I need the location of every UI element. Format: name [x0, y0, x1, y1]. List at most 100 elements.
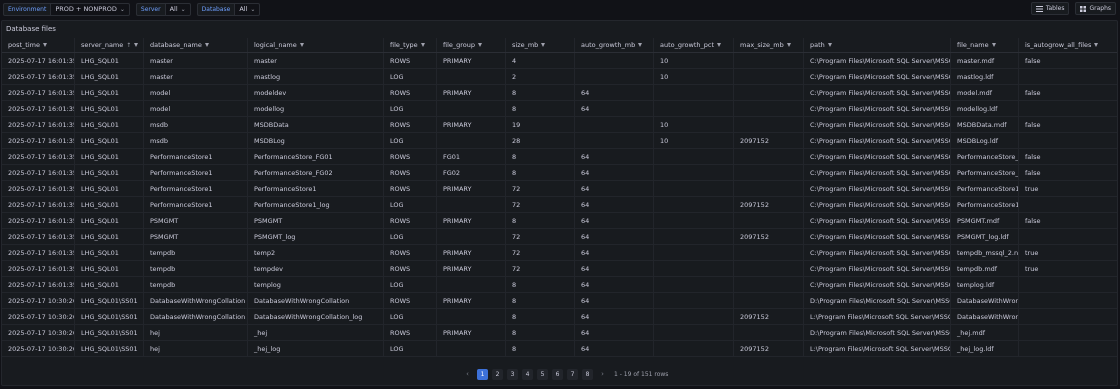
cell-database-name: DatabaseWithWrongCollation [143, 293, 247, 308]
filter-icon[interactable] [299, 43, 304, 47]
table-row[interactable]: 2025-07-17 10:30:26 LHG_SQL01\SS01 hej _hej… [2, 325, 1117, 341]
column-header-logical-name[interactable]: logical_name [247, 38, 383, 52]
filter-icon[interactable] [420, 43, 425, 47]
cell-value: _hej [254, 328, 268, 337]
cell-file-name: PSMGMT.mdf [950, 213, 1018, 228]
sort-ascending-icon[interactable]: ↑ [126, 42, 131, 49]
page-button-1[interactable]: 1 [477, 368, 488, 380]
table-row[interactable]: 2025-07-17 16:01:35 LHG_SQL01 tempdb tempde… [2, 261, 1117, 277]
next-page-button[interactable]: › [597, 369, 608, 380]
table-row[interactable]: 2025-07-17 10:30:26 LHG_SQL01\SS01 Databas… [2, 293, 1117, 309]
table-row[interactable]: 2025-07-17 16:01:35 LHG_SQL01 PerformanceS… [2, 149, 1117, 165]
cell-auto-growth-pct [653, 261, 733, 276]
cell-path: C:\Program Files\Microsoft SQL Server\MS… [803, 277, 950, 292]
column-header-file-type[interactable]: file_type [383, 38, 436, 52]
filter-icon[interactable] [42, 43, 47, 47]
cell-file-type: LOG [383, 101, 436, 116]
tables-button[interactable]: Tables [1030, 2, 1070, 15]
column-header-auto-growth-mb[interactable]: auto_growth_mb [574, 38, 653, 52]
cell-auto-growth-mb: 64 [574, 261, 653, 276]
table-row[interactable]: 2025-07-17 10:30:26 LHG_SQL01\SS01 Databas… [2, 309, 1117, 325]
table-row[interactable]: 2025-07-17 16:01:35 LHG_SQL01 PerformanceS… [2, 197, 1117, 213]
filter-icon[interactable] [1094, 43, 1099, 47]
environment-select[interactable]: PROD + NONPROD ⌄ [50, 2, 130, 16]
server-variable[interactable]: Server All ⌄ [135, 2, 191, 16]
cell-server-name: LHG_SQL01 [74, 133, 143, 148]
server-select[interactable]: All ⌄ [164, 2, 191, 16]
database-variable[interactable]: Database All ⌄ [196, 2, 261, 16]
table-row[interactable]: 2025-07-17 16:01:35 LHG_SQL01 msdb MSDBData… [2, 117, 1117, 133]
page-button-7[interactable]: 7 [567, 368, 578, 380]
cell-server-name: LHG_SQL01 [74, 101, 143, 116]
table-row[interactable]: 2025-07-17 16:01:35 LHG_SQL01 tempdb temp2 R… [2, 245, 1117, 261]
cell-is-autogrow-all-files [1018, 293, 1117, 308]
database-select[interactable]: All ⌄ [234, 2, 261, 16]
filter-icon[interactable] [991, 43, 996, 47]
column-header-file-group[interactable]: file_group [436, 38, 505, 52]
table-row[interactable]: 2025-07-17 16:01:35 LHG_SQL01 PerformanceS… [2, 181, 1117, 197]
cell-value: ROWS [390, 88, 411, 97]
table-row[interactable]: 2025-07-17 16:01:35 LHG_SQL01 model modello… [2, 101, 1117, 117]
cell-value: templog [254, 280, 281, 289]
cell-post-time: 2025-07-17 10:30:26 [2, 309, 74, 324]
page-button-3[interactable]: 3 [507, 368, 518, 380]
table-row[interactable]: 2025-07-17 16:01:35 LHG_SQL01 tempdb templo… [2, 277, 1117, 293]
filter-icon[interactable] [478, 43, 483, 47]
filter-icon[interactable] [638, 43, 643, 47]
column-header-path[interactable]: path [803, 38, 950, 52]
table-row[interactable]: 2025-07-17 16:01:35 LHG_SQL01 model modelde… [2, 85, 1117, 101]
cell-value: 72 [512, 200, 521, 209]
filter-icon[interactable] [827, 43, 832, 47]
environment-variable[interactable]: Environment PROD + NONPROD ⌄ [3, 2, 130, 16]
filter-icon[interactable] [134, 43, 139, 47]
column-header-size-mb[interactable]: size_mb [505, 38, 574, 52]
page-button-2[interactable]: 2 [492, 368, 503, 380]
cell-post-time: 2025-07-17 10:30:26 [2, 325, 74, 340]
column-header-database-name[interactable]: database_name [143, 38, 247, 52]
cell-value: ROWS [390, 184, 411, 193]
table-row[interactable]: 2025-07-17 16:01:35 LHG_SQL01 PSMGMT PSMGMT… [2, 213, 1117, 229]
cell-logical-name: MSDBData [247, 117, 383, 132]
cell-max-size-mb [733, 213, 803, 228]
cell-value: LOG [390, 312, 404, 321]
filter-icon[interactable] [204, 43, 209, 47]
table-row[interactable]: 2025-07-17 16:01:35 LHG_SQL01 msdb MSDBLog L… [2, 133, 1117, 149]
column-header-max-size-mb[interactable]: max_size_mb [733, 38, 803, 52]
table-row[interactable]: 2025-07-17 16:01:35 LHG_SQL01 PSMGMT PSMGMT… [2, 229, 1117, 245]
column-header-file-name[interactable]: file_name [950, 38, 1018, 52]
cell-file-name: DatabaseWithWrongC [950, 293, 1018, 308]
table-row[interactable]: 2025-07-17 16:01:35 LHG_SQL01 master mastlo… [2, 69, 1117, 85]
pagination-info: 1 - 19 of 151 rows [614, 370, 669, 378]
cell-value: 2097152 [740, 232, 769, 241]
page-button-5[interactable]: 5 [537, 368, 548, 380]
filter-icon[interactable] [541, 43, 546, 47]
cell-value: C:\Program Files\Microsoft SQL Server\MS… [810, 264, 950, 273]
column-header-server-name[interactable]: server_name ↑ [74, 38, 143, 52]
table-row[interactable]: 2025-07-17 10:30:26 LHG_SQL01\SS01 hej _hej… [2, 341, 1117, 357]
page-button-4[interactable]: 4 [522, 368, 533, 380]
cell-value: 64 [581, 248, 590, 257]
filter-icon[interactable] [786, 43, 791, 47]
cell-value: C:\Program Files\Microsoft SQL Server\MS… [810, 216, 950, 225]
cell-value: PSMGMT_log.ldf [957, 232, 1009, 241]
column-header-label: path [810, 41, 825, 49]
cell-value: LHG_SQL01 [81, 152, 119, 161]
page-button-6[interactable]: 6 [552, 368, 563, 380]
column-header-auto-growth-pct[interactable]: auto_growth_pct [653, 38, 733, 52]
cell-logical-name: modellog [247, 101, 383, 116]
environment-label: Environment [3, 2, 51, 16]
column-header-is-autogrow-all-files[interactable]: is_autogrow_all_files [1018, 38, 1117, 52]
table-row[interactable]: 2025-07-17 16:01:35 LHG_SQL01 master master… [2, 53, 1117, 69]
filter-icon[interactable] [717, 43, 721, 47]
cell-server-name: LHG_SQL01 [74, 181, 143, 196]
previous-page-button[interactable]: ‹ [462, 369, 473, 380]
page-button-8[interactable]: 8 [582, 368, 593, 380]
table-row[interactable]: 2025-07-17 16:01:35 LHG_SQL01 PerformanceS… [2, 165, 1117, 181]
cell-value: 2097152 [740, 200, 769, 209]
cell-max-size-mb [733, 181, 803, 196]
cell-file-name: modellog.ldf [950, 101, 1018, 116]
cell-value: C:\Program Files\Microsoft SQL Server\MS… [810, 104, 950, 113]
graphs-button[interactable]: Graphs [1075, 2, 1116, 15]
column-header-post-time[interactable]: post_time [2, 38, 74, 52]
cell-value: false [1025, 168, 1041, 177]
